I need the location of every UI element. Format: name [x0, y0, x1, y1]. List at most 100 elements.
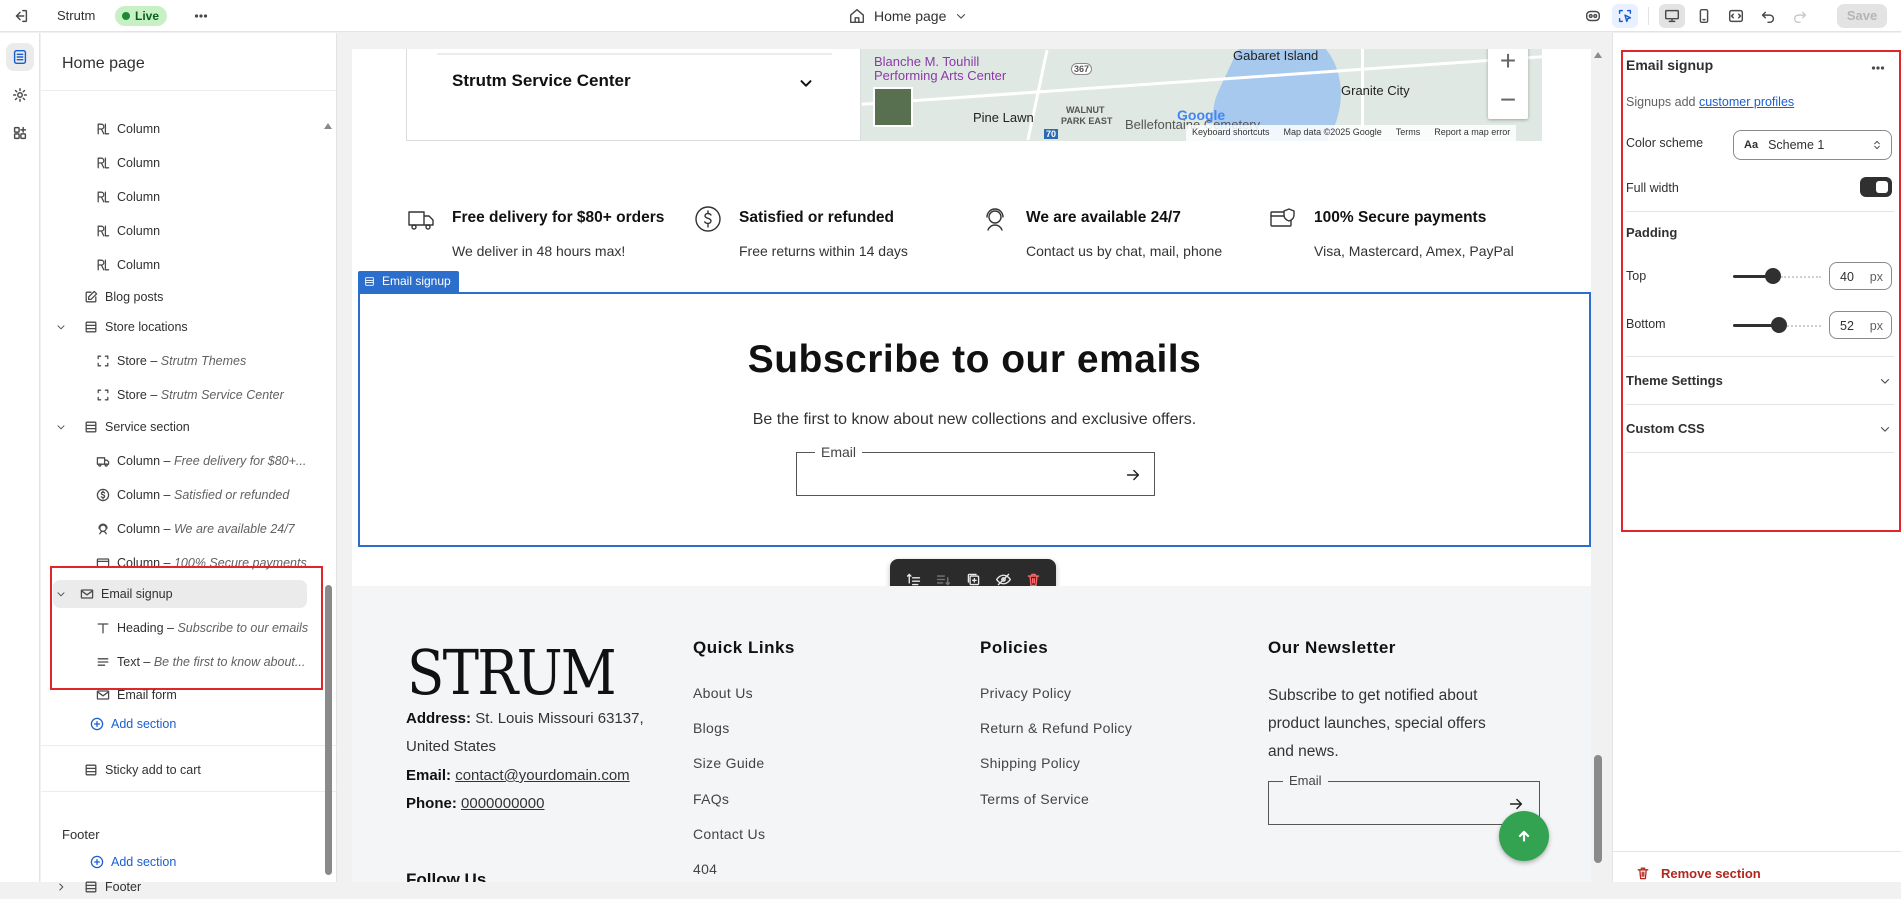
tree-row-email-signup[interactable]: Email signup — [53, 580, 307, 608]
select-icon[interactable] — [1612, 4, 1638, 28]
section-icon — [83, 319, 99, 335]
footer-link[interactable]: Privacy Policy — [980, 685, 1071, 701]
scrollbar-thumb[interactable] — [1594, 755, 1602, 863]
mobile-icon[interactable] — [1691, 4, 1717, 28]
more-icon[interactable] — [192, 7, 210, 25]
terms-link[interactable]: Terms — [1396, 127, 1421, 139]
padding-top-input[interactable]: 40 px — [1829, 262, 1892, 290]
theme-settings-collapsible[interactable]: Theme Settings — [1626, 371, 1894, 391]
footer-link[interactable]: FAQs — [693, 791, 729, 807]
selected-section-tag[interactable]: Email signup — [358, 271, 459, 292]
chevron-down-icon[interactable] — [55, 588, 67, 600]
footer-link[interactable]: Terms of Service — [980, 791, 1089, 807]
store-map[interactable]: Blanche M. Touhill Performing Arts Cente… — [860, 49, 1542, 141]
zoom-in-icon[interactable]: + — [1488, 49, 1528, 80]
tree-row-column-available[interactable]: Column – We are available 24/7 — [49, 515, 361, 543]
phone-link[interactable]: 0000000000 — [461, 795, 544, 812]
scrollbar-thumb[interactable] — [325, 585, 332, 875]
tree-row-heading[interactable]: Heading – Subscribe to our emails — [49, 614, 361, 642]
chevron-down-icon[interactable] — [55, 421, 67, 433]
tree-row-text[interactable]: Text – Be the first to know about... — [49, 648, 361, 676]
slider-rest — [1781, 276, 1821, 278]
newsletter-email-input[interactable]: Email — [1268, 773, 1540, 825]
exit-icon[interactable] — [12, 7, 30, 25]
tree-row-store-locations[interactable]: Store locations — [49, 313, 361, 341]
footer-link[interactable]: Contact Us — [693, 826, 765, 842]
dollar-icon — [95, 487, 111, 503]
tree-row-footer[interactable]: Footer — [49, 875, 361, 899]
move-up-icon[interactable] — [905, 571, 922, 588]
sections-icon[interactable] — [6, 43, 34, 71]
padding-bottom-input[interactable]: 52 px — [1829, 311, 1892, 339]
footer-add-section-button[interactable]: Add section — [49, 848, 361, 876]
chevron-right-icon[interactable] — [55, 881, 67, 893]
tree-row-column-4[interactable]: Column — [49, 217, 361, 245]
map-label: Granite City — [1341, 83, 1410, 98]
delete-icon[interactable] — [1025, 571, 1042, 588]
chevron-down-icon[interactable] — [55, 321, 67, 333]
block-icon — [95, 353, 111, 369]
footer-link[interactable]: About Us — [693, 685, 753, 701]
customer-profiles-link[interactable]: customer profiles — [1699, 95, 1794, 109]
padding-top-slider[interactable] — [1733, 268, 1821, 284]
tree-row-email-form[interactable]: Email form — [49, 681, 361, 709]
tree-row-store-service-center[interactable]: Store – Strutm Service Center — [49, 381, 361, 409]
duplicate-icon[interactable] — [965, 571, 982, 588]
slider-knob[interactable] — [1765, 268, 1781, 284]
section-tree-panel: Home page Column Column Column Column Co… — [41, 33, 337, 894]
tree-row-column-3[interactable]: Column — [49, 183, 361, 211]
fullscreen-icon[interactable] — [1723, 4, 1749, 28]
desktop-icon[interactable] — [1659, 4, 1685, 28]
zoom-out-icon[interactable]: − — [1488, 80, 1528, 119]
tree-row-sticky-add-to-cart[interactable]: Sticky add to cart — [49, 756, 361, 784]
tree-scrollbar[interactable] — [324, 123, 332, 878]
tree-row-column-1[interactable]: Column — [49, 115, 361, 143]
newsletter-email-label: Email — [1283, 773, 1328, 788]
add-section-button[interactable]: Add section — [49, 710, 361, 738]
custom-css-collapsible[interactable]: Custom CSS — [1626, 419, 1894, 439]
footer-link[interactable]: Size Guide — [693, 755, 764, 771]
email-signup-section[interactable]: Subscribe to our emails Be the first to … — [358, 292, 1591, 547]
chevron-down-icon[interactable] — [797, 74, 815, 92]
tree-row-column-2[interactable]: Column — [49, 149, 361, 177]
apps-icon[interactable] — [6, 119, 34, 147]
heading-icon — [95, 620, 111, 636]
tree-row-blog-posts[interactable]: Blog posts — [49, 283, 361, 311]
tree-row-store-strutm-themes[interactable]: Store – Strutm Themes — [49, 347, 361, 375]
tree-row-column-satisfied[interactable]: Column – Satisfied or refunded — [49, 481, 361, 509]
more-icon[interactable] — [1869, 59, 1887, 77]
footer-link[interactable]: Shipping Policy — [980, 755, 1080, 771]
report-error-link[interactable]: Report a map error — [1434, 127, 1510, 139]
footer-link[interactable]: 404 — [693, 861, 717, 877]
redo-icon[interactable] — [1787, 4, 1813, 28]
full-width-toggle[interactable] — [1860, 177, 1892, 197]
padding-bottom-slider[interactable] — [1733, 317, 1821, 333]
hide-icon[interactable] — [995, 571, 1012, 588]
tree-row-service-section[interactable]: Service section — [49, 413, 361, 441]
undo-icon[interactable] — [1755, 4, 1781, 28]
settings-title: Email signup — [1626, 57, 1714, 73]
highlight-box — [1621, 50, 1901, 532]
keyboard-shortcuts-link[interactable]: Keyboard shortcuts — [1192, 127, 1270, 139]
tree-row-column-5[interactable]: Column — [49, 251, 361, 279]
save-button[interactable]: Save — [1837, 4, 1887, 28]
scroll-up-icon[interactable] — [324, 123, 332, 129]
scroll-to-top-button[interactable] — [1499, 811, 1549, 861]
arrow-right-icon[interactable] — [1124, 466, 1142, 484]
email-link[interactable]: contact@yourdomain.com — [455, 767, 629, 784]
page-selector[interactable]: Home page — [848, 5, 968, 27]
preview-scrollbar[interactable] — [1594, 52, 1602, 880]
map-thumbnail[interactable] — [873, 87, 913, 127]
scroll-up-icon[interactable] — [1594, 52, 1602, 58]
color-scheme-select[interactable]: Aa Scheme 1 — [1733, 130, 1892, 160]
footer-link[interactable]: Blogs — [693, 720, 730, 736]
remove-section-button[interactable]: Remove section — [1635, 865, 1761, 881]
move-down-icon[interactable] — [935, 571, 952, 588]
footer-preview: STRUM Address: St. Louis Missouri 63137,… — [352, 586, 1591, 882]
email-input[interactable]: Email — [796, 444, 1155, 496]
tree-row-column-free-delivery[interactable]: Column – Free delivery for $80+... — [49, 447, 361, 475]
footer-link[interactable]: Return & Refund Policy — [980, 720, 1132, 736]
eye-icon[interactable] — [1580, 4, 1606, 28]
gear-icon[interactable] — [6, 81, 34, 109]
slider-knob[interactable] — [1771, 317, 1787, 333]
